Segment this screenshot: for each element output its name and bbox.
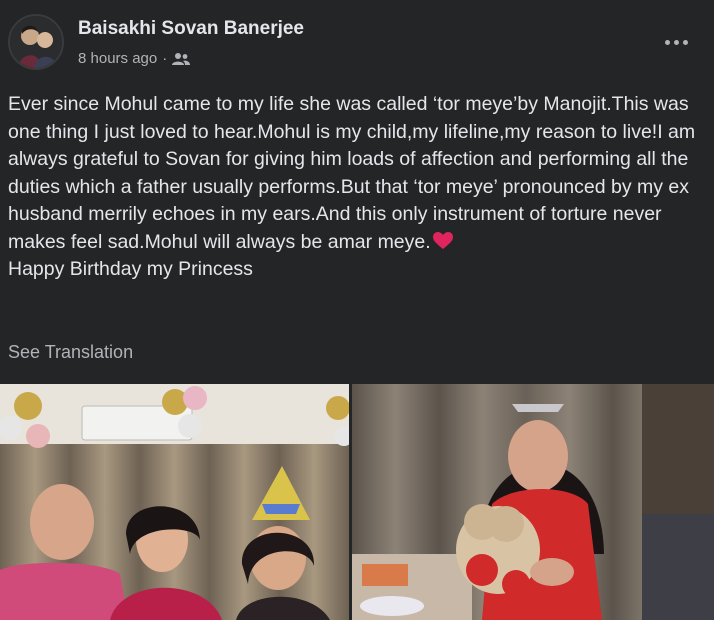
see-translation-link[interactable]: See Translation <box>8 342 133 363</box>
profile-avatar[interactable] <box>8 14 64 70</box>
post-timestamp[interactable]: 8 hours ago <box>78 50 157 67</box>
post-meta: 8 hours ago · <box>78 50 191 67</box>
more-options-icon[interactable] <box>658 24 694 60</box>
post-paragraph: Ever since Mohul came to my life she was… <box>8 91 706 256</box>
author-name[interactable]: Baisakhi Sovan Banerjee <box>78 18 304 40</box>
facebook-post: Baisakhi Sovan Banerjee 8 hours ago · Ev… <box>0 0 714 620</box>
heart-icon <box>432 231 453 249</box>
post-body: Ever since Mohul came to my life she was… <box>8 91 706 284</box>
post-paragraph: Happy Birthday my Princess <box>8 258 253 280</box>
post-paragraph-text: Ever since Mohul came to my life she was… <box>8 93 696 253</box>
post-header: Baisakhi Sovan Banerjee 8 hours ago · <box>8 14 708 74</box>
photo-grid <box>0 384 714 620</box>
meta-separator: · <box>162 50 168 67</box>
photo-family[interactable] <box>0 384 349 620</box>
friends-icon[interactable] <box>172 52 191 66</box>
photo-birthday-girl[interactable] <box>352 384 714 620</box>
